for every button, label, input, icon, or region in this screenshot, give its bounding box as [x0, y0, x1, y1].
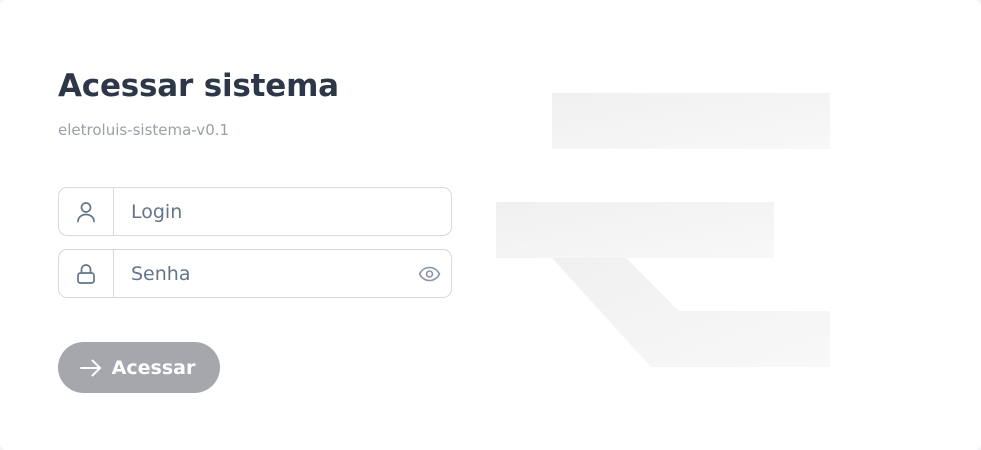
page-title: Acessar sistema [58, 68, 339, 104]
login-submit-label: Acessar [111, 356, 196, 379]
login-input[interactable] [114, 188, 451, 235]
login-card: Acessar sistema eletroluis-sistema-v0.1 [0, 0, 981, 450]
eye-icon[interactable] [407, 250, 451, 297]
arrow-right-icon [79, 359, 103, 377]
login-submit-button[interactable]: Acessar [58, 342, 220, 393]
brand-logo-watermark [496, 93, 830, 367]
password-field [58, 249, 452, 298]
system-version: eletroluis-sistema-v0.1 [58, 121, 230, 139]
password-input[interactable] [114, 250, 407, 297]
login-field [58, 187, 452, 236]
lock-icon [59, 250, 114, 297]
user-icon [59, 188, 114, 235]
